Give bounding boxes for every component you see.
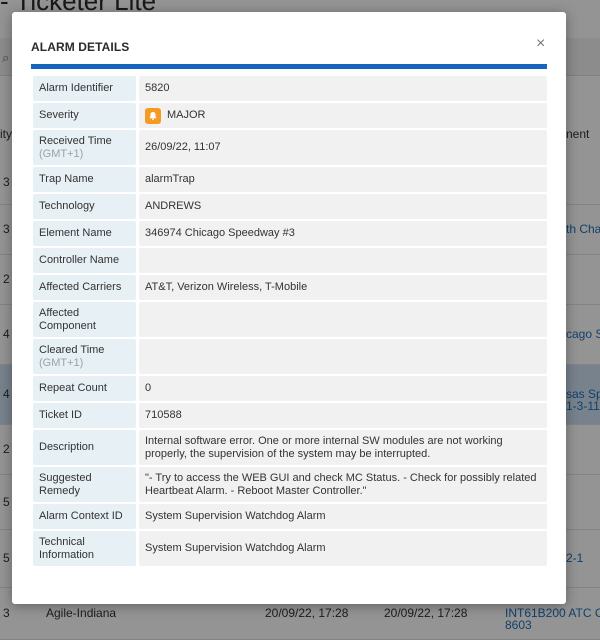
detail-label: Alarm Context ID xyxy=(33,504,136,529)
detail-row: Technical Information System Supervision … xyxy=(33,531,547,566)
detail-label: Received Time (GMT+1) xyxy=(33,130,136,165)
detail-row: Suggested Remedy "- Try to access the WEB… xyxy=(33,467,547,502)
detail-label-text: Severity xyxy=(39,109,79,121)
detail-label-text: Technology xyxy=(39,200,95,212)
detail-value-text: System Supervision Watchdog Alarm xyxy=(145,510,326,522)
detail-label: Ticket ID xyxy=(33,403,136,428)
detail-label: Suggested Remedy xyxy=(33,467,136,502)
bell-icon xyxy=(145,107,161,124)
detail-value: MAJOR xyxy=(139,103,547,128)
detail-value-text: AT&T, Verizon Wireless, T-Mobile xyxy=(145,281,308,293)
detail-value-text: 26/09/22, 11:07 xyxy=(145,141,221,153)
modal-title: ALARM DETAILS xyxy=(31,40,130,54)
detail-value-text: 5820 xyxy=(145,82,170,94)
detail-value xyxy=(139,302,547,337)
detail-label-text: Cleared Time xyxy=(39,343,105,356)
detail-value-text: System Supervision Watchdog Alarm xyxy=(145,542,326,554)
detail-label-text: Alarm Context ID xyxy=(39,510,123,522)
detail-label: Trap Name xyxy=(33,167,136,192)
detail-label: Severity xyxy=(33,103,136,128)
detail-label-text: Received Time xyxy=(39,134,112,147)
detail-row: Affected Carriers AT&T, Verizon Wireless,… xyxy=(33,275,547,300)
detail-label-text: Alarm Identifier xyxy=(39,82,113,94)
detail-value-text: alarmTrap xyxy=(145,173,195,185)
detail-label-text: Affected Component xyxy=(39,306,96,332)
detail-value-text: Internal software error. One or more int… xyxy=(145,434,503,460)
detail-value-text: 0 xyxy=(145,382,152,394)
detail-label-text: Controller Name xyxy=(39,254,120,266)
detail-row: Controller Name xyxy=(33,248,547,273)
detail-row: Severity MAJOR xyxy=(33,103,547,128)
detail-value: 0 xyxy=(139,376,547,401)
detail-value: System Supervision Watchdog Alarm xyxy=(139,531,547,566)
detail-label: Description xyxy=(33,430,136,465)
detail-value-text: "- Try to access the WEB GUI and check M… xyxy=(145,471,537,497)
detail-value-text: ANDREWS xyxy=(145,200,202,212)
timezone-note: (GMT+1) xyxy=(39,356,84,369)
detail-value: Internal software error. One or more int… xyxy=(139,430,547,465)
accent-bar xyxy=(31,64,547,69)
detail-value xyxy=(139,248,547,273)
detail-value-text: 710588 xyxy=(145,409,182,421)
detail-label-text: Description xyxy=(39,441,95,453)
detail-label: Technology xyxy=(33,194,136,219)
detail-row: Technology ANDREWS xyxy=(33,194,547,219)
detail-value: 26/09/22, 11:07 xyxy=(139,130,547,165)
detail-value-text: MAJOR xyxy=(167,109,206,121)
detail-row: Repeat Count 0 xyxy=(33,376,547,401)
detail-value: "- Try to access the WEB GUI and check M… xyxy=(139,467,547,502)
detail-row: Affected Component xyxy=(33,302,547,337)
detail-value-text: 346974 Chicago Speedway #3 xyxy=(145,227,295,239)
detail-label: Controller Name xyxy=(33,248,136,273)
detail-label: Affected Component xyxy=(33,302,136,337)
detail-row: Trap Name alarmTrap xyxy=(33,167,547,192)
detail-row: Cleared Time (GMT+1) xyxy=(33,339,547,374)
detail-label: Repeat Count xyxy=(33,376,136,401)
alarm-details-table: Alarm Identifier 5820 Severity MAJOR Receive… xyxy=(33,76,547,568)
detail-value: 5820 xyxy=(139,76,547,101)
detail-label: Element Name xyxy=(33,221,136,246)
detail-row: Element Name 346974 Chicago Speedway #3 xyxy=(33,221,547,246)
detail-label: Alarm Identifier xyxy=(33,76,136,101)
detail-label-text: Element Name xyxy=(39,227,112,239)
timezone-note: (GMT+1) xyxy=(39,147,84,160)
detail-value: 710588 xyxy=(139,403,547,428)
detail-label-text: Trap Name xyxy=(39,173,94,185)
alarm-details-modal: ALARM DETAILS × Alarm Identifier 5820 Seve… xyxy=(12,12,566,604)
detail-label-text: Repeat Count xyxy=(39,382,107,394)
detail-row: Ticket ID 710588 xyxy=(33,403,547,428)
detail-row: Alarm Context ID System Supervision Watch… xyxy=(33,504,547,529)
detail-label: Technical Information xyxy=(33,531,136,566)
detail-label-text: Ticket ID xyxy=(39,409,82,421)
close-icon[interactable]: × xyxy=(536,36,545,52)
detail-value: AT&T, Verizon Wireless, T-Mobile xyxy=(139,275,547,300)
detail-value xyxy=(139,339,547,374)
detail-row: Description Internal software error. One … xyxy=(33,430,547,465)
detail-row: Alarm Identifier 5820 xyxy=(33,76,547,101)
detail-label-text: Suggested Remedy xyxy=(39,471,92,497)
detail-label: Affected Carriers xyxy=(33,275,136,300)
detail-label-text: Technical Information xyxy=(39,535,95,561)
detail-value: System Supervision Watchdog Alarm xyxy=(139,504,547,529)
detail-value: 346974 Chicago Speedway #3 xyxy=(139,221,547,246)
detail-value: alarmTrap xyxy=(139,167,547,192)
detail-label: Cleared Time (GMT+1) xyxy=(33,339,136,374)
detail-row: Received Time (GMT+1) 26/09/22, 11:07 xyxy=(33,130,547,165)
detail-label-text: Affected Carriers xyxy=(39,281,122,293)
detail-value: ANDREWS xyxy=(139,194,547,219)
